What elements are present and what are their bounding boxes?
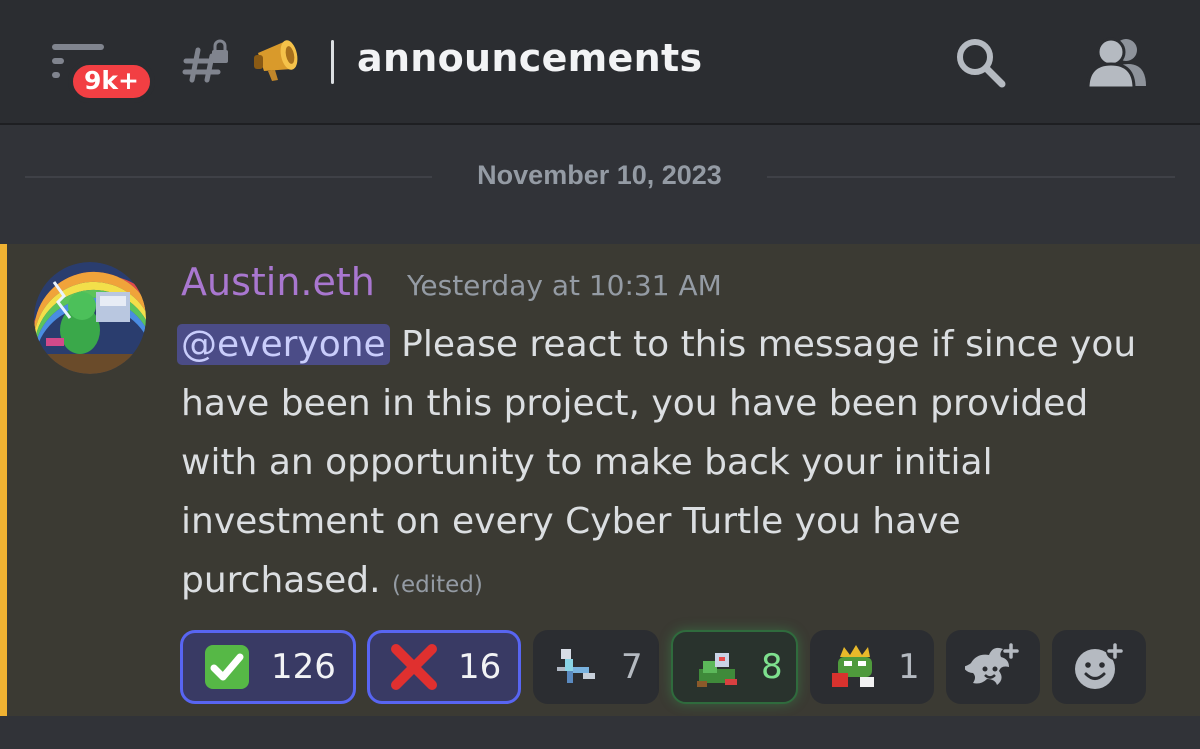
locked-text-channel-icon [182, 39, 228, 83]
date-divider-line-right [767, 176, 1175, 178]
reaction-count: 8 [761, 647, 783, 687]
channel-header: 9k+ announcements [0, 0, 1200, 125]
reaction-custom-frog-king[interactable]: 1 [810, 630, 934, 704]
crowned-frog-emoji-icon [832, 645, 874, 687]
add-reaction-button[interactable] [1052, 630, 1146, 704]
sidebar-menu-button[interactable]: 9k+ [48, 38, 155, 104]
reaction-custom-character[interactable]: 7 [533, 630, 659, 704]
date-divider: November 10, 2023 [477, 160, 722, 190]
mention-highlight-bar [0, 244, 7, 716]
title-divider [331, 40, 334, 84]
reaction-count: 16 [458, 647, 502, 687]
add-reaction-icon [1075, 642, 1124, 689]
date-divider-line-left [25, 176, 432, 178]
add-super-reaction-button[interactable] [946, 630, 1040, 704]
message-item[interactable]: Austin.eth Yesterday at 10:31 AM @everyo… [0, 244, 1200, 716]
message-list-bottom [0, 716, 1200, 749]
members-icon[interactable] [1084, 34, 1148, 92]
cross-mark-emoji-icon [391, 644, 437, 690]
megaphone-emoji-icon [254, 40, 298, 81]
check-mark-emoji-icon [205, 645, 249, 689]
reaction-cross-mark[interactable]: 16 [367, 630, 521, 704]
channel-title: announcements [357, 36, 703, 80]
message-timestamp: Yesterday at 10:31 AM [407, 269, 722, 302]
unread-count-badge: 9k+ [68, 60, 155, 103]
message-author[interactable]: Austin.eth [181, 260, 375, 304]
reaction-count: 1 [898, 647, 920, 687]
super-reaction-add-icon [965, 643, 1019, 685]
edited-label: (edited) [392, 572, 483, 598]
pixel-character-emoji-icon [557, 649, 595, 683]
reaction-custom-turtle[interactable]: 8 [671, 630, 798, 704]
message-text: Please react to this message if since yo… [181, 324, 1137, 601]
pixel-turtle-emoji-icon [697, 653, 737, 687]
search-icon[interactable] [950, 32, 1010, 92]
reaction-count: 126 [271, 647, 336, 687]
reaction-check-mark[interactable]: 126 [180, 630, 356, 704]
everyone-mention[interactable]: @everyone [177, 324, 390, 365]
message-content: @everyone Please react to this message i… [177, 315, 1141, 615]
avatar[interactable] [34, 262, 146, 374]
reaction-count: 7 [621, 647, 643, 687]
